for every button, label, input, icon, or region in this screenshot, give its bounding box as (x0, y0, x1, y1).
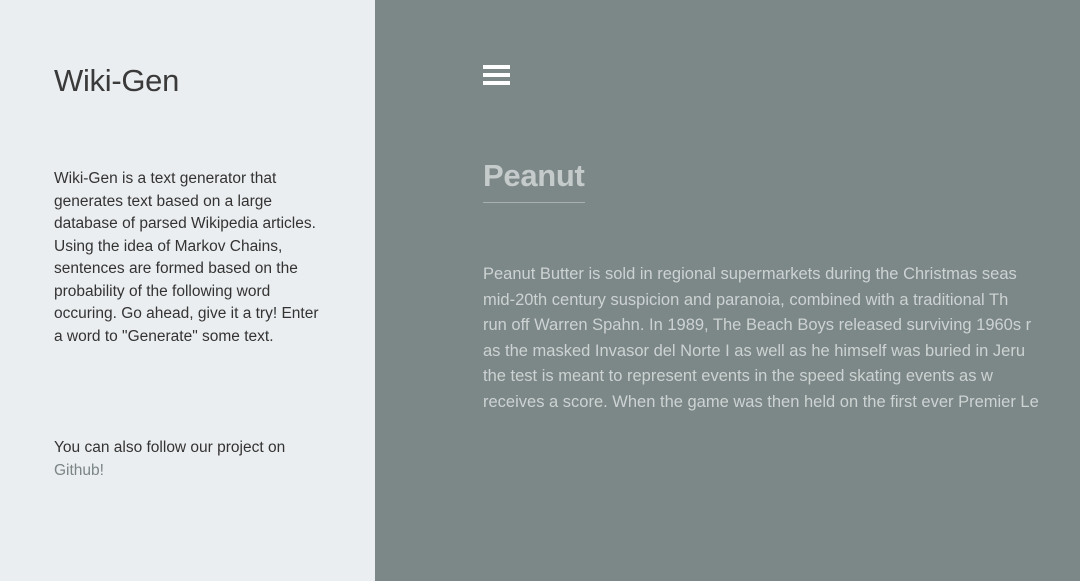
page: Wiki-Gen Wiki-Gen is a text generator th… (0, 0, 1080, 581)
follow-label: You can also follow our project on (54, 439, 286, 456)
site-title: Wiki-Gen (54, 63, 180, 98)
follow-text: You can also follow our project on Githu… (54, 437, 324, 482)
article-line: receives a score. When the game was then… (483, 392, 1039, 411)
hamburger-menu-icon[interactable] (483, 63, 511, 87)
intro-text: Wiki-Gen is a text generator that genera… (54, 170, 319, 345)
article-line: run off Warren Spahn. In 1989, The Beach… (483, 316, 1032, 335)
article-line: as the masked Invasor del Norte I as wel… (483, 341, 1026, 360)
article-title: Peanut (483, 158, 585, 203)
github-link[interactable]: Github! (54, 460, 104, 483)
sidebar: Wiki-Gen Wiki-Gen is a text generator th… (0, 0, 375, 581)
article-body: Peanut Butter is sold in regional superm… (483, 262, 1080, 416)
article-line: Peanut Butter is sold in regional superm… (483, 265, 1017, 283)
main-content: Peanut Peanut Butter is sold in regional… (375, 0, 1080, 581)
article-line: the test is meant to represent events in… (483, 367, 993, 386)
article-line: mid-20th century suspicion and paranoia,… (483, 290, 1009, 309)
